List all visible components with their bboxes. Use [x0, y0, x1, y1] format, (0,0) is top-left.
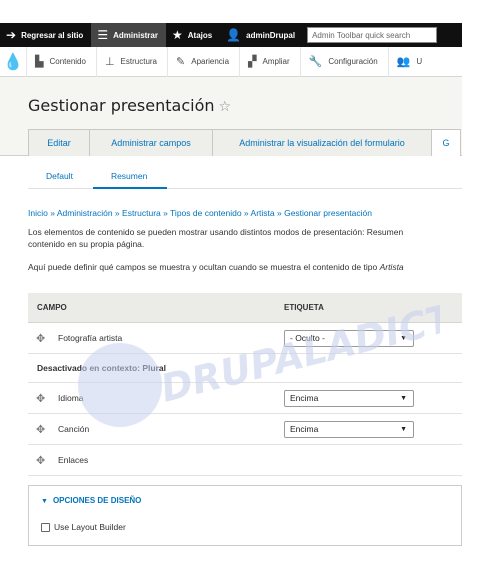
tab-manage-form-display[interactable]: Administrar la visualización del formula…	[212, 129, 432, 156]
layout-options-details: ▼ OPCIONES DE DISEÑO Use Layout Builder	[28, 485, 462, 546]
column-header-field: CAMPO	[37, 303, 67, 312]
region-row-disabled: Desactivado en contexto: Plural	[28, 354, 462, 383]
tab-manage-display[interactable]: G	[431, 129, 461, 156]
dropdown-arrow-icon: ▼	[400, 394, 407, 402]
layout-builder-checkbox[interactable]	[41, 522, 50, 532]
field-display-table: CAMPO ETIQUETA ✥ Fotografía artista - Oc…	[28, 293, 462, 476]
drag-handle-icon[interactable]: ✥	[36, 332, 58, 345]
field-name: Enlaces	[58, 455, 89, 465]
back-to-site-link[interactable]: ➔ Regresar al sitio	[0, 23, 91, 47]
table-row: ✥ Enlaces	[28, 445, 462, 476]
shortcuts-label: Atajos	[187, 30, 213, 40]
manage-label: Administrar	[113, 30, 158, 40]
tray-item-label: Estructura	[120, 57, 158, 66]
tray-item-label: Ampliar	[262, 57, 290, 66]
manage-menu-button[interactable]: ☰ Administrar	[91, 23, 166, 47]
tray-item-label: Configuración	[328, 57, 378, 66]
page-header: Gestionar presentación ☆ Editar Administr…	[0, 77, 462, 156]
tray-item-label: Apariencia	[191, 57, 230, 66]
description-line-2: contenido en su propia página.	[28, 239, 145, 249]
tray-item-people[interactable]: 👥 U	[387, 46, 432, 77]
document-icon: ▙	[35, 56, 44, 68]
sitemap-icon: ⊥	[104, 56, 115, 68]
secondary-tabs: Default Resumen	[28, 167, 462, 189]
star-icon: ★	[171, 28, 183, 42]
subtab-default[interactable]: Default	[28, 167, 93, 189]
field-name: Canción	[58, 424, 90, 434]
admin-search-input[interactable]: Admin Toolbar quick search	[307, 27, 438, 43]
tray-item-structure[interactable]: ⊥ Estructura	[95, 46, 167, 77]
layout-options-label: OPCIONES DE DISEÑO	[52, 496, 142, 505]
label-select[interactable]: Encima ▼	[284, 389, 414, 407]
page-title-text: Gestionar presentación	[28, 96, 215, 115]
description-line-1: Los elementos de contenido se pueden mos…	[28, 227, 404, 237]
hamburger-icon: ☰	[97, 28, 109, 42]
table-header: CAMPO ETIQUETA	[28, 293, 462, 323]
content-type-name: Artista	[379, 262, 404, 272]
wrench-icon: 🔧	[308, 56, 323, 68]
tray-item-label: U	[416, 57, 423, 66]
user-icon: 👤	[226, 28, 242, 42]
tray-item-extend[interactable]: ▞ Ampliar	[239, 46, 300, 77]
shortcuts-button[interactable]: ★ Atajos	[166, 23, 220, 47]
label-select-value: Encima	[290, 424, 319, 434]
description-text-2: Aquí puede definir qué campos se muestra…	[28, 262, 462, 272]
description-line-3: Aquí puede definir qué campos se muestra…	[28, 262, 380, 272]
back-to-site-label: Regresar al sitio	[21, 30, 84, 40]
drag-handle-icon[interactable]: ✥	[36, 454, 58, 467]
column-header-label: ETIQUETA	[284, 303, 324, 312]
label-select[interactable]: - Oculto - ▼	[284, 329, 414, 347]
field-name: Fotografía artista	[58, 333, 123, 343]
layout-options-summary[interactable]: ▼ OPCIONES DE DISEÑO	[41, 496, 141, 505]
layout-builder-label[interactable]: Use Layout Builder	[54, 522, 126, 532]
primary-tabs: Editar Administrar campos Administrar la…	[28, 129, 461, 156]
description-text: Los elementos de contenido se pueden mos…	[28, 226, 462, 250]
label-select-value: Encima	[290, 393, 319, 403]
tab-edit[interactable]: Editar	[28, 129, 90, 156]
drag-handle-icon[interactable]: ✥	[36, 392, 58, 405]
page-title: Gestionar presentación ☆	[28, 96, 231, 115]
people-icon: 👥	[396, 56, 411, 68]
triangle-down-icon: ▼	[41, 498, 48, 505]
shortcut-star-icon[interactable]: ☆	[219, 99, 232, 115]
user-menu-button[interactable]: 👤 adminDrupal	[220, 23, 303, 47]
table-row: ✥ Canción Encima ▼	[28, 414, 462, 445]
dropdown-arrow-icon: ▼	[400, 425, 407, 433]
admin-toolbar: ➔ Regresar al sitio ☰ Administrar ★ Ataj…	[0, 23, 462, 47]
puzzle-icon: ▞	[248, 56, 257, 68]
tray-item-configuration[interactable]: 🔧 Configuración	[299, 46, 388, 77]
dropdown-arrow-icon: ▼	[400, 334, 407, 342]
drupal-logo-icon[interactable]: 💧	[0, 47, 26, 77]
drag-handle-icon[interactable]: ✥	[36, 423, 58, 436]
label-select[interactable]: Encima ▼	[284, 420, 414, 438]
tray-item-label: Contenido	[49, 57, 86, 66]
field-name: Idioma	[58, 393, 84, 403]
table-row: ✥ Fotografía artista - Oculto - ▼	[28, 323, 462, 354]
label-select-value: - Oculto -	[290, 333, 325, 343]
paint-brush-icon: ✎	[176, 56, 186, 68]
layout-builder-option: Use Layout Builder	[41, 522, 126, 532]
tray-item-content[interactable]: ▙ Contenido	[26, 46, 96, 77]
subtab-teaser[interactable]: Resumen	[92, 167, 168, 189]
tray-item-appearance[interactable]: ✎ Apariencia	[167, 46, 239, 77]
back-arrow-icon: ➔	[6, 28, 17, 42]
admin-tray: 💧 ▙ Contenido ⊥ Estructura ✎ Apariencia …	[0, 46, 462, 77]
breadcrumb[interactable]: Inicio » Administración » Estructura » T…	[28, 208, 372, 218]
tab-manage-fields[interactable]: Administrar campos	[89, 129, 213, 156]
table-row: ✥ Idioma Encima ▼	[28, 383, 462, 414]
user-label: adminDrupal	[246, 30, 296, 40]
